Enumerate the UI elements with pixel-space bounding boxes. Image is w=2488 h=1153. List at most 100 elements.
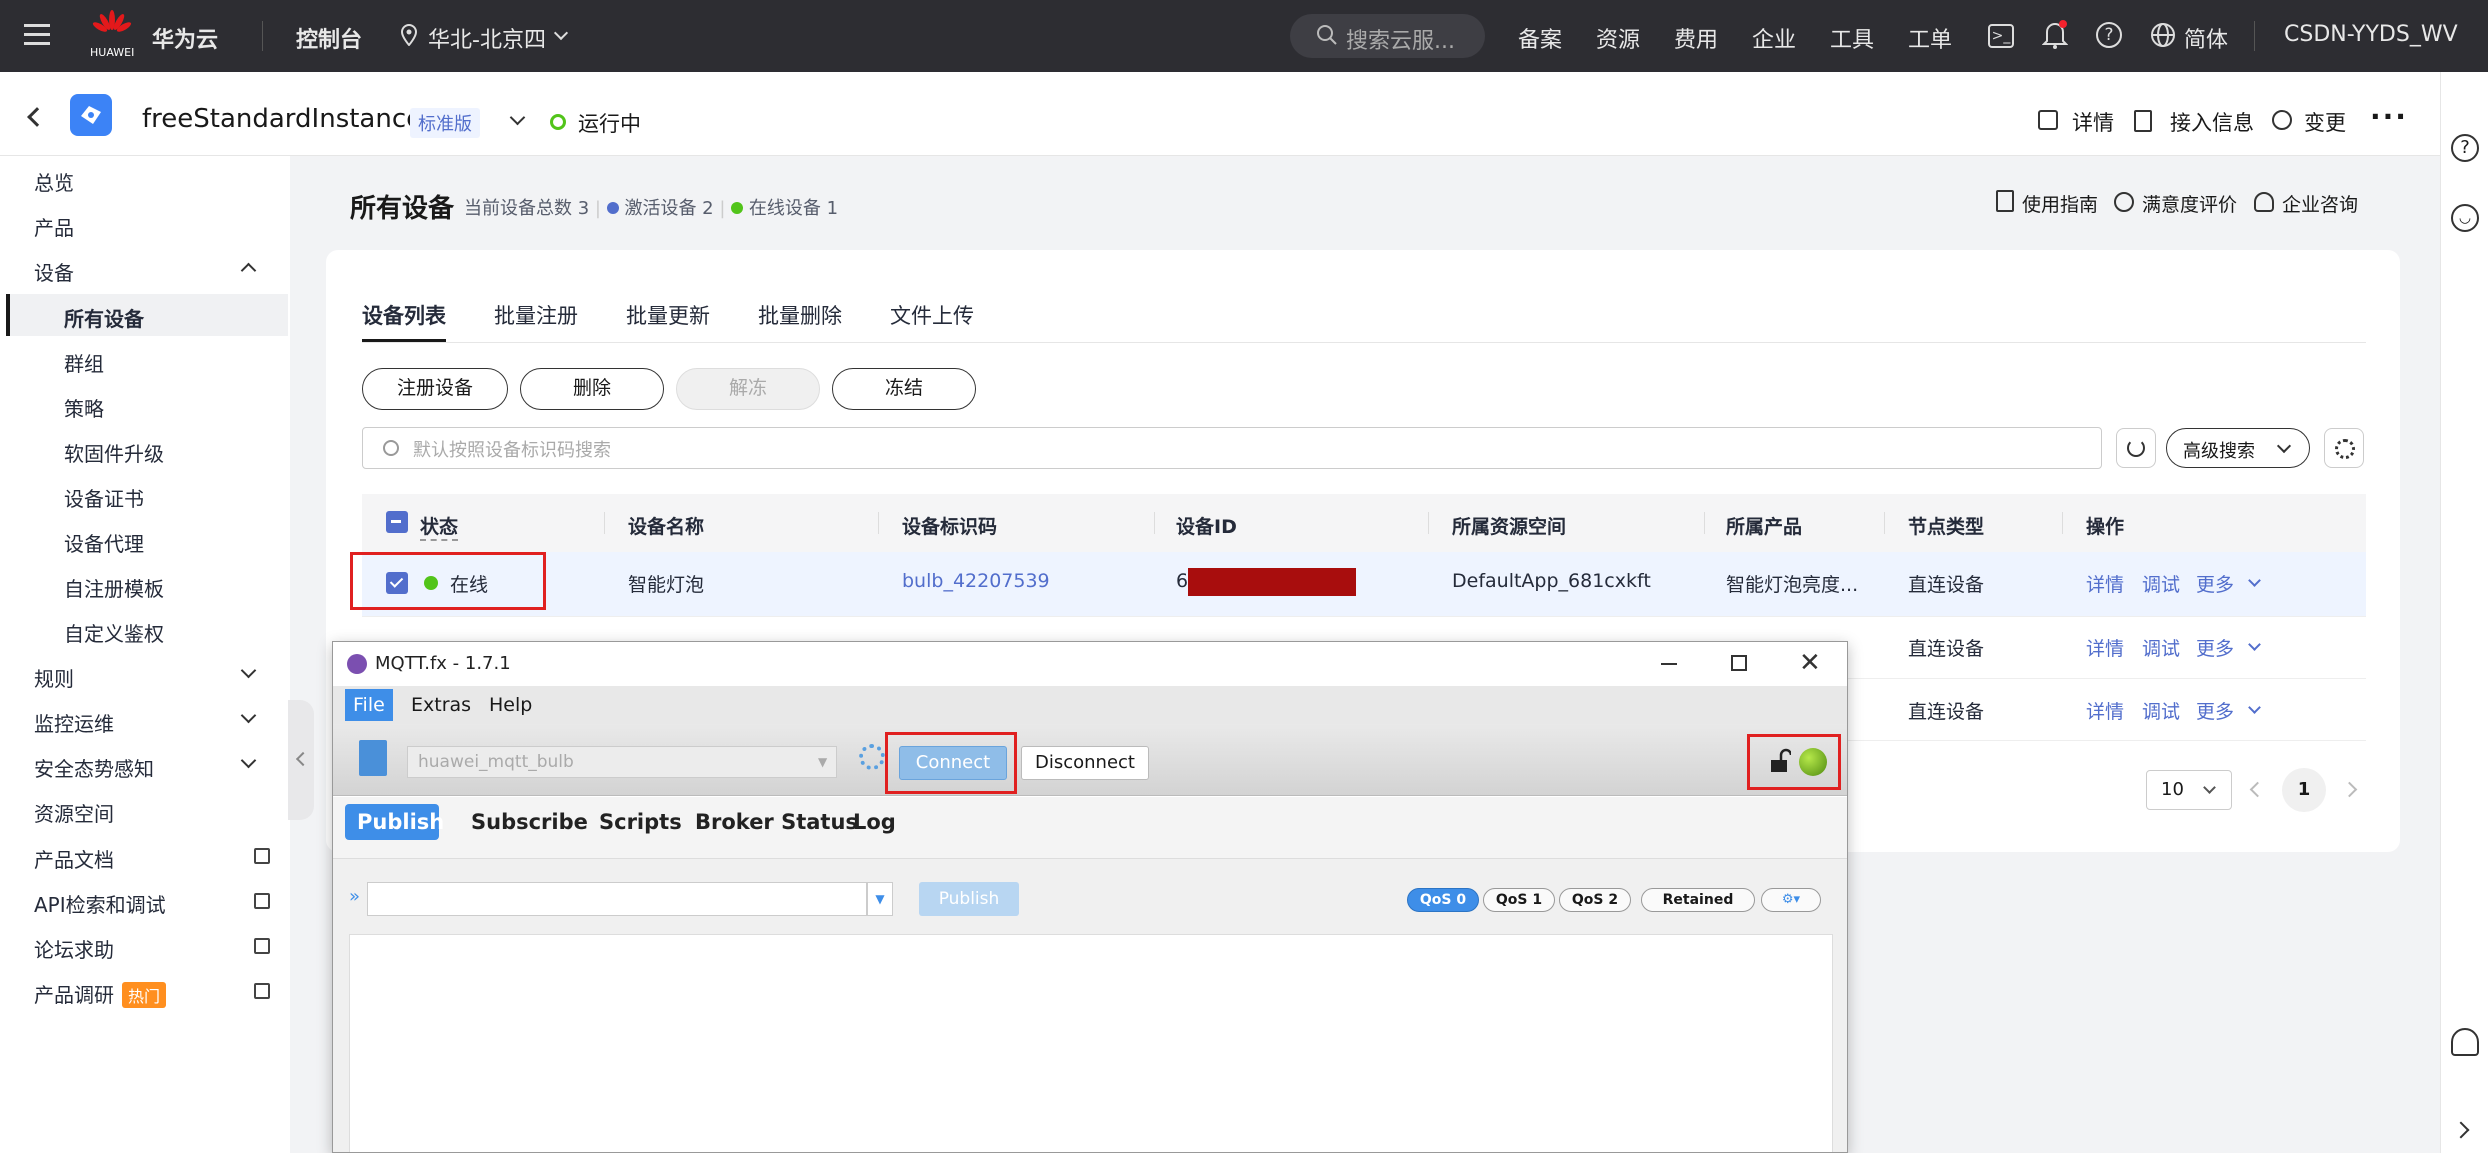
sidebar-item-custom-auth[interactable]: 自定义鉴权 [64, 618, 164, 647]
consult-icon[interactable] [2254, 192, 2274, 212]
row2-details-link[interactable]: 详情 [2086, 634, 2124, 661]
row-more-link[interactable]: 更多 [2196, 570, 2234, 597]
current-page[interactable]: 1 [2282, 768, 2326, 812]
freeze-button[interactable]: 冻结 [832, 368, 976, 410]
tab-broker-status[interactable]: Broker Status [695, 810, 858, 834]
guide-link[interactable]: 使用指南 [2022, 190, 2098, 217]
chevron-down-icon[interactable] [509, 109, 526, 126]
sidebar-item-product[interactable]: 产品 [34, 212, 74, 241]
sidebar-item-overview[interactable]: 总览 [34, 167, 74, 196]
console-link[interactable]: 控制台 [296, 22, 362, 54]
guide-icon[interactable] [1996, 190, 2014, 212]
select-all-checkbox[interactable] [386, 511, 408, 533]
close-icon[interactable]: ✕ [1799, 648, 1821, 678]
menu-help[interactable]: Help [489, 694, 532, 716]
expand-icon[interactable]: » [349, 886, 360, 907]
refresh-button[interactable] [2116, 428, 2156, 468]
col-status[interactable]: 状态 [420, 512, 459, 541]
sidebar-collapse-handle[interactable] [288, 700, 314, 820]
tab-file-upload[interactable]: 文件上传 [890, 300, 974, 330]
row3-debug-link[interactable]: 调试 [2142, 697, 2180, 724]
device-search-input[interactable]: 默认按照设备标识码搜索 [362, 427, 2102, 469]
row-device-code[interactable]: bulb_42207539 [902, 570, 1050, 592]
sidebar-item-ota[interactable]: 软固件升级 [64, 438, 164, 467]
nav-beian[interactable]: 备案 [1518, 22, 1562, 54]
consult-link[interactable]: 企业咨询 [2282, 190, 2358, 217]
advanced-search-button[interactable]: 高级搜索 [2166, 428, 2310, 468]
globe-icon[interactable] [2150, 22, 2176, 48]
sidebar-item-api[interactable]: API检索和调试 [34, 889, 166, 918]
tab-log[interactable]: Log [853, 810, 896, 834]
sidebar-item-device[interactable]: 设备 [34, 257, 284, 286]
retained-toggle[interactable]: Retained [1641, 888, 1755, 912]
tab-scripts[interactable]: Scripts [599, 810, 682, 834]
tab-device-list[interactable]: 设备列表 [362, 300, 446, 330]
sidebar-item-all-devices[interactable]: 所有设备 [64, 303, 144, 332]
smile-icon[interactable]: ◡ [2451, 204, 2479, 232]
headset-icon[interactable] [2451, 1028, 2479, 1056]
details-icon[interactable] [2038, 110, 2058, 130]
smile-icon[interactable] [2114, 192, 2134, 212]
nav-cost[interactable]: 费用 [1674, 22, 1718, 54]
nav-ticket[interactable]: 工单 [1908, 22, 1952, 54]
qos0-toggle[interactable]: QoS 0 [1407, 888, 1479, 912]
help-icon[interactable]: ? [2096, 22, 2122, 48]
tab-publish[interactable]: Publish [357, 810, 444, 834]
mqttfx-titlebar[interactable]: MQTT.fx - 1.7.1 ✕ [333, 642, 1847, 686]
nav-resource[interactable]: 资源 [1596, 22, 1640, 54]
nav-enterprise[interactable]: 企业 [1752, 22, 1796, 54]
tab-batch-update[interactable]: 批量更新 [626, 300, 710, 330]
chevron-right-icon[interactable] [2452, 1121, 2470, 1139]
terminal-icon[interactable]: >_ [1988, 24, 2014, 48]
topic-input[interactable] [367, 882, 867, 916]
tab-batch-register[interactable]: 批量注册 [494, 300, 578, 330]
sidebar-item-cert[interactable]: 设备证书 [64, 483, 144, 512]
change-icon[interactable] [2272, 110, 2292, 130]
brand-name[interactable]: 华为云 [152, 22, 218, 54]
sidebar-item-selfreg[interactable]: 自注册模板 [64, 573, 164, 602]
sidebar-item-rules[interactable]: 规则 [34, 662, 284, 692]
row2-debug-link[interactable]: 调试 [2142, 634, 2180, 661]
delete-button[interactable]: 删除 [520, 368, 664, 410]
unfreeze-button[interactable]: 解冻 [676, 368, 820, 410]
back-arrow-icon[interactable] [27, 107, 47, 127]
sidebar-item-proxy[interactable]: 设备代理 [64, 528, 144, 557]
tab-batch-delete[interactable]: 批量删除 [758, 300, 842, 330]
access-info-icon[interactable] [2134, 110, 2152, 132]
access-info-link[interactable]: 接入信息 [2170, 107, 2254, 137]
nav-tools[interactable]: 工具 [1830, 22, 1874, 54]
sidebar-item-policy[interactable]: 策略 [64, 393, 104, 422]
row3-more-link[interactable]: 更多 [2196, 697, 2234, 724]
row-debug-link[interactable]: 调试 [2142, 570, 2180, 597]
chevron-down-icon[interactable] [553, 25, 569, 41]
payload-editor[interactable] [349, 934, 1833, 1152]
sidebar-item-forum[interactable]: 论坛求助 [34, 934, 114, 963]
profile-select[interactable]: huawei_mqtt_bulb ▼ [407, 746, 837, 778]
user-account[interactable]: CSDN-YYDS_WV [2284, 22, 2458, 47]
bell-icon[interactable] [2041, 20, 2069, 50]
sidebar-item-security[interactable]: 安全态势感知 [34, 752, 284, 782]
settings-button[interactable] [2324, 428, 2364, 468]
satisfaction-link[interactable]: 满意度评价 [2142, 190, 2237, 217]
row2-more-link[interactable]: 更多 [2196, 634, 2234, 661]
row3-details-link[interactable]: 详情 [2086, 697, 2124, 724]
sidebar-item-monitor[interactable]: 监控运维 [34, 707, 284, 737]
publish-options-icon[interactable]: ⚙▾ [1761, 888, 1821, 912]
huawei-logo-icon[interactable] [90, 10, 134, 40]
language-selector[interactable]: 简体 [2184, 22, 2228, 54]
help-icon[interactable]: ? [2451, 134, 2479, 162]
sidebar-item-survey[interactable]: 产品调研 热门 [34, 979, 167, 1008]
change-link[interactable]: 变更 [2304, 107, 2346, 137]
qos2-toggle[interactable]: QoS 2 [1559, 888, 1631, 912]
sidebar-item-groups[interactable]: 群组 [64, 348, 104, 377]
maximize-icon[interactable] [1731, 655, 1747, 671]
row-details-link[interactable]: 详情 [2086, 570, 2124, 597]
region-selector[interactable]: 华北-北京四 [428, 22, 546, 54]
qos1-toggle[interactable]: QoS 1 [1483, 888, 1555, 912]
file-profile-icon[interactable] [359, 740, 387, 776]
menu-icon[interactable] [24, 24, 50, 51]
menu-file[interactable]: File [345, 689, 393, 721]
topic-dropdown-icon[interactable]: ▼ [867, 882, 893, 916]
menu-extras[interactable]: Extras [411, 694, 471, 716]
sidebar-item-docs[interactable]: 产品文档 [34, 844, 114, 873]
